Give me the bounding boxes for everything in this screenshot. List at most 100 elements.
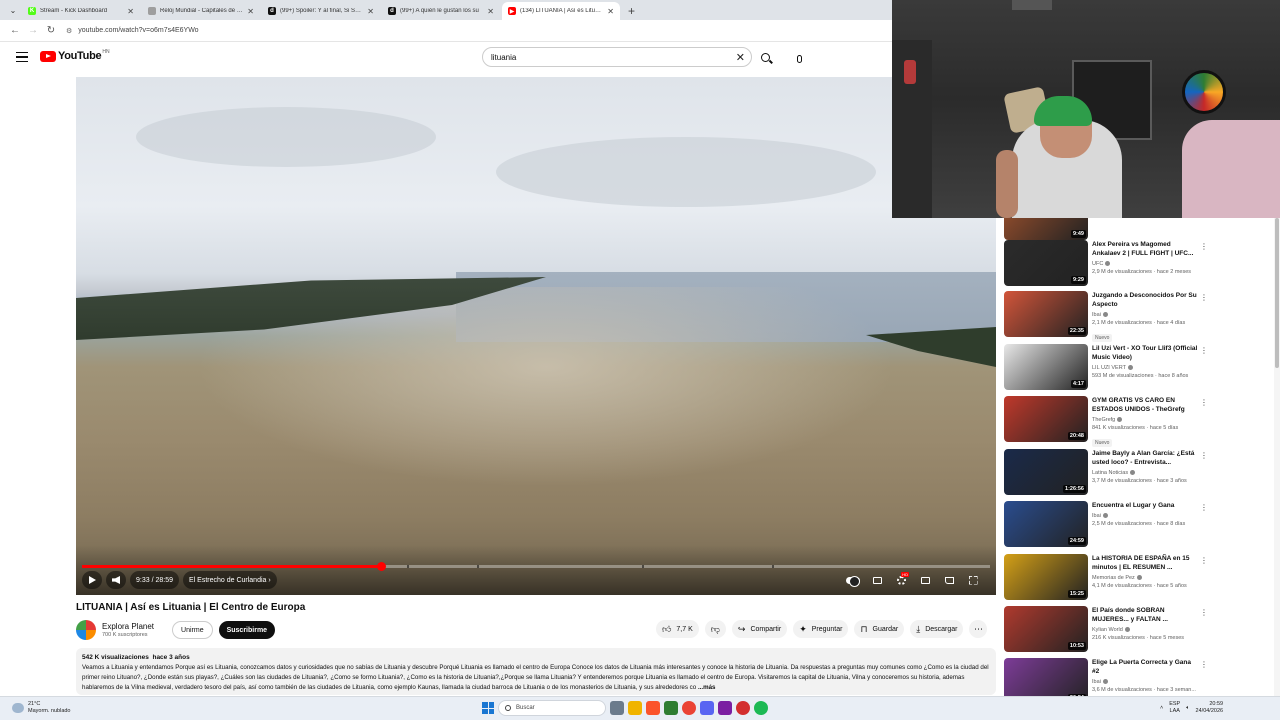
save-button[interactable]: ⊓ Guardar xyxy=(854,620,905,638)
recommendation-channel[interactable]: Memorias de Pez xyxy=(1092,575,1200,581)
recommendation-title[interactable]: Encuentra el Lugar y Gana xyxy=(1092,501,1200,510)
recommendation-menu-icon[interactable]: ⋮ xyxy=(1200,608,1208,617)
channel-name[interactable]: Explora Planet xyxy=(102,622,154,631)
recommendation-channel[interactable]: Ibai xyxy=(1092,679,1200,685)
chapter-button[interactable]: El Estrecho de Curlandia › xyxy=(182,571,277,589)
browser-tab[interactable]: K Stream - Kick Dashboard ✕ xyxy=(22,2,140,20)
recommendation-channel[interactable]: Ibai xyxy=(1092,513,1200,519)
site-info-icon[interactable]: ⚙ xyxy=(66,27,72,35)
dislike-button[interactable]: 👎︎ xyxy=(704,620,726,638)
recommendation-title[interactable]: La HISTORIA DE ESPAÑA en 15 minutos | EL… xyxy=(1092,554,1200,572)
video-thumbnail[interactable]: 24:59 xyxy=(1004,501,1088,547)
recommendation-channel[interactable]: Ibai xyxy=(1092,312,1200,318)
scrollbar-thumb[interactable] xyxy=(1275,218,1279,368)
recommendation-item[interactable]: ⋮ 30:54Elige La Puerta Correcta y Gana #2… xyxy=(1004,658,1274,696)
forward-arrow-icon[interactable]: → xyxy=(24,25,42,36)
channel-avatar[interactable] xyxy=(76,620,96,640)
video-thumbnail[interactable]: 15:25 xyxy=(1004,554,1088,600)
recommendation-item[interactable]: ⋮ 4:17 Lil Uzi Vert - XO Tour Llif3 (Offic… xyxy=(1004,344,1274,392)
subscribe-button[interactable]: Suscribirme xyxy=(218,621,276,639)
search-button[interactable] xyxy=(754,47,776,67)
miniplayer-button[interactable] xyxy=(916,571,934,589)
language-indicator[interactable]: ESP LAA xyxy=(1169,701,1180,715)
obs-icon[interactable] xyxy=(736,701,750,715)
weather-widget[interactable]: 21°C Mayorm. nublado xyxy=(12,701,71,715)
ask-button[interactable]: ✦ Preguntar xyxy=(793,620,849,638)
tab-close-icon[interactable]: ✕ xyxy=(367,7,374,16)
recommendation-menu-icon[interactable]: ⋮ xyxy=(1200,556,1208,565)
mute-button[interactable] xyxy=(106,571,126,589)
windows-start-icon[interactable] xyxy=(482,702,494,714)
fullscreen-button[interactable] xyxy=(964,571,982,589)
voice-search-button[interactable] xyxy=(790,50,808,68)
tab-close-icon[interactable]: ✕ xyxy=(487,7,494,16)
progress-scrubber[interactable] xyxy=(376,562,386,571)
recommendation-item[interactable]: ⋮ 24:59 Encuentra el Lugar y Gana Ibai 2,5 M… xyxy=(1004,501,1274,549)
spreadsheet-app-icon[interactable] xyxy=(664,701,678,715)
recommendation-menu-icon[interactable]: ⋮ xyxy=(1200,398,1208,407)
share-button[interactable]: ↪ Compartir xyxy=(731,620,788,638)
recommendation-menu-icon[interactable]: ⋮ xyxy=(1200,346,1208,355)
browser-tab[interactable]: d (99+) Spoiler: Y al final, Si Salió ✕ xyxy=(262,2,380,20)
task-view-icon[interactable] xyxy=(610,701,624,715)
recommendation-channel[interactable]: Latina Noticias xyxy=(1092,470,1200,476)
tab-close-icon[interactable]: ✕ xyxy=(247,7,254,16)
video-player[interactable]: 9:33 / 28:59 El Estrecho de Curlandia › … xyxy=(76,77,996,595)
more-actions-icon[interactable]: ⋯ xyxy=(969,620,988,638)
video-thumbnail[interactable]: 30:54 xyxy=(1004,658,1088,696)
recommendation-item[interactable]: ⋮ 10:53 El País donde SOBRAN MUJERES... y … xyxy=(1004,606,1274,654)
recommendation-menu-icon[interactable]: ⋮ xyxy=(1200,660,1208,669)
recommendation-title[interactable]: El País donde SOBRAN MUJERES... y FALTAN… xyxy=(1092,606,1200,624)
recommendation-channel[interactable]: Kylian World xyxy=(1092,627,1200,633)
browser-tab[interactable]: ▶ (134) LITUANIA | Así es Lituania ✕ xyxy=(502,2,620,20)
recommendation-title[interactable]: GYM GRATIS VS CARO EN ESTADOS UNIDOS - T… xyxy=(1092,396,1200,414)
recommendation-menu-icon[interactable]: ⋮ xyxy=(1200,503,1208,512)
file-explorer-icon[interactable] xyxy=(628,701,642,715)
download-button[interactable]: ⤓ Descargar xyxy=(910,620,964,638)
new-tab-plus-icon[interactable]: + xyxy=(628,2,635,20)
tab-close-icon[interactable]: ✕ xyxy=(127,7,134,16)
url-field[interactable]: ⚙ youtube.com/watch?v=o6m7s4E6YWo xyxy=(66,27,199,35)
video-thumbnail[interactable]: 4:17 xyxy=(1004,344,1088,390)
volume-tray-icon[interactable]: 🔈︎ xyxy=(1186,705,1189,712)
brave-browser-icon[interactable] xyxy=(646,701,660,715)
recommendation-channel[interactable]: UFC xyxy=(1092,261,1200,267)
video-thumbnail[interactable]: 1:26:56 xyxy=(1004,449,1088,495)
tab-close-icon[interactable]: ✕ xyxy=(607,7,614,16)
play-button[interactable] xyxy=(82,571,102,589)
recommendation-item[interactable]: ⋮ 1:26:56 Jaime Bayly a Alan García: ¿Está… xyxy=(1004,449,1274,497)
hamburger-menu-icon[interactable] xyxy=(16,52,28,62)
recommendation-item[interactable]: 9:49 682 K visualizaciones · hace 2 años xyxy=(1004,218,1274,242)
chrome-icon[interactable] xyxy=(682,701,696,715)
recommendation-menu-icon[interactable]: ⋮ xyxy=(1200,293,1208,302)
video-thumbnail[interactable]: 20:48 xyxy=(1004,396,1088,442)
cast-button[interactable] xyxy=(940,571,958,589)
join-button[interactable]: Unirme xyxy=(172,621,213,639)
recommendation-item[interactable]: ⋮ 15:25 La HISTORIA DE ESPAÑA en 15 minuto… xyxy=(1004,554,1274,602)
recommendation-item[interactable]: ⋮ 9:29 Alex Pereira vs Magomed Ankalaev 2 … xyxy=(1004,240,1274,288)
subtitles-button[interactable] xyxy=(868,571,886,589)
recommendation-title[interactable]: Jaime Bayly a Alan García: ¿Está usted l… xyxy=(1092,449,1200,467)
recommendation-channel[interactable]: TheGrefg xyxy=(1092,417,1200,423)
taskbar-search[interactable]: Buscar xyxy=(498,700,606,716)
tray-chevron-icon[interactable]: ˄ xyxy=(1160,705,1163,711)
recommendation-channel[interactable]: LIL UZI VERT xyxy=(1092,365,1200,371)
video-thumbnail[interactable]: 10:53 xyxy=(1004,606,1088,652)
recommendation-title[interactable]: Lil Uzi Vert - XO Tour Llif3 (Official M… xyxy=(1092,344,1200,362)
search-input[interactable]: lituania ✕ xyxy=(482,47,752,67)
video-thumbnail[interactable]: 9:49 xyxy=(1004,218,1088,240)
video-thumbnail[interactable]: 22:35 xyxy=(1004,291,1088,337)
recommendation-title[interactable]: Alex Pereira vs Magomed Ankalaev 2 | FUL… xyxy=(1092,240,1200,258)
more-link[interactable]: ...más xyxy=(698,684,716,691)
youtube-logo[interactable]: YouTube HN xyxy=(40,49,110,62)
recommendation-item[interactable]: ⋮ 22:35 Juzgando a Desconocidos Por Su Asp… xyxy=(1004,291,1274,342)
recommendation-menu-icon[interactable]: ⋮ xyxy=(1200,242,1208,251)
tab-list-chevron-icon[interactable]: ⌄ xyxy=(4,0,22,20)
progress-bar[interactable] xyxy=(82,562,990,571)
browser-tab[interactable]: d (99+) A quién le gustan los su ✕ xyxy=(382,2,500,20)
settings-button[interactable]: HD xyxy=(892,571,910,589)
back-arrow-icon[interactable]: ← xyxy=(6,25,24,36)
recommendation-item[interactable]: ⋮ 20:48 GYM GRATIS VS CARO EN ESTADOS UNID… xyxy=(1004,396,1274,447)
recommendation-title[interactable]: Elige La Puerta Correcta y Gana #2 xyxy=(1092,658,1200,676)
recommendation-title[interactable]: Juzgando a Desconocidos Por Su Aspecto xyxy=(1092,291,1200,309)
